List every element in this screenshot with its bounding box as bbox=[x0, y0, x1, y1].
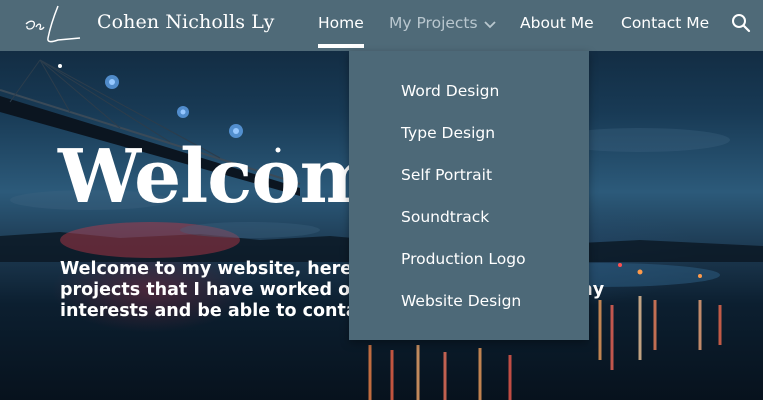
dropdown-item-website-design[interactable]: Website Design bbox=[401, 292, 521, 310]
nav-contact-me[interactable]: Contact Me bbox=[621, 14, 709, 32]
chevron-down-icon bbox=[483, 15, 496, 33]
dropdown-item-type-design[interactable]: Type Design bbox=[401, 124, 495, 142]
dropdown-item-self-portrait[interactable]: Self Portrait bbox=[401, 166, 492, 184]
site-title[interactable]: Cohen Nicholls Ly bbox=[97, 11, 274, 33]
top-navbar: Cohen Nicholls Ly Home My Projects About… bbox=[0, 0, 763, 51]
nav-home[interactable]: Home bbox=[318, 14, 364, 32]
signature-logo-icon[interactable] bbox=[18, 2, 84, 48]
active-nav-indicator bbox=[318, 44, 364, 48]
projects-dropdown-menu: Word Design Type Design Self Portrait So… bbox=[349, 51, 589, 340]
dropdown-item-production-logo[interactable]: Production Logo bbox=[401, 250, 526, 268]
nav-my-projects[interactable]: My Projects bbox=[389, 14, 496, 33]
dropdown-item-soundtrack[interactable]: Soundtrack bbox=[401, 208, 489, 226]
dropdown-item-word-design[interactable]: Word Design bbox=[401, 82, 499, 100]
search-icon[interactable] bbox=[731, 13, 751, 33]
nav-about-me[interactable]: About Me bbox=[520, 14, 594, 32]
nav-my-projects-label: My Projects bbox=[389, 14, 478, 32]
